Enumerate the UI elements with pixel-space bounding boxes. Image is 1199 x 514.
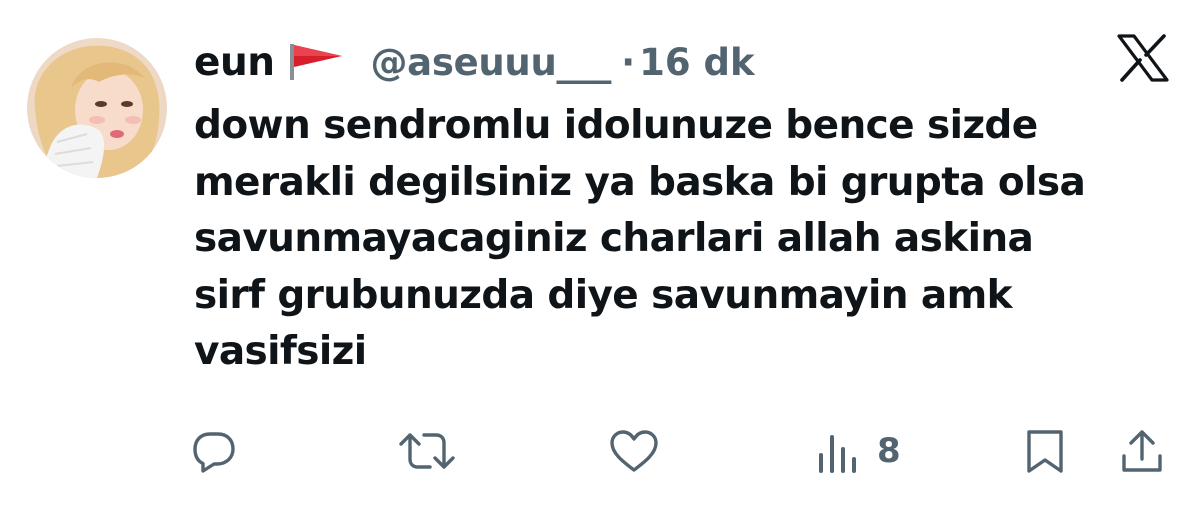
tweet-text: down sendromlu idolunuze bence sizde mer… [194,103,1086,374]
views-count: 8 [877,431,901,471]
views-button[interactable]: 8 [817,424,901,478]
retweet-icon [399,433,455,469]
tweet-card[interactable]: eun @aseuuu___ · 16 dk down sendromlu id… [0,0,1199,514]
views-chart-icon [819,435,856,473]
x-logo-icon [1117,34,1169,82]
bookmark-icon [1027,430,1063,473]
avatar-image [27,38,167,178]
separator-dot: · [621,40,636,84]
display-name[interactable]: eun [194,40,275,85]
tweet-header: eun @aseuuu___ · 16 dk [194,38,755,86]
bookmark-button[interactable] [1025,424,1065,478]
retweet-button[interactable] [398,424,456,478]
share-button[interactable] [1120,424,1164,478]
user-handle[interactable]: @aseuuu___ [370,41,611,84]
like-button[interactable] [609,424,659,478]
reply-icon [193,432,235,473]
red-flag-icon [288,42,346,82]
timestamp[interactable]: 16 dk [639,41,754,84]
heart-icon [610,430,658,472]
avatar[interactable] [27,38,167,178]
share-icon [1122,430,1162,472]
reply-button[interactable] [192,424,236,478]
